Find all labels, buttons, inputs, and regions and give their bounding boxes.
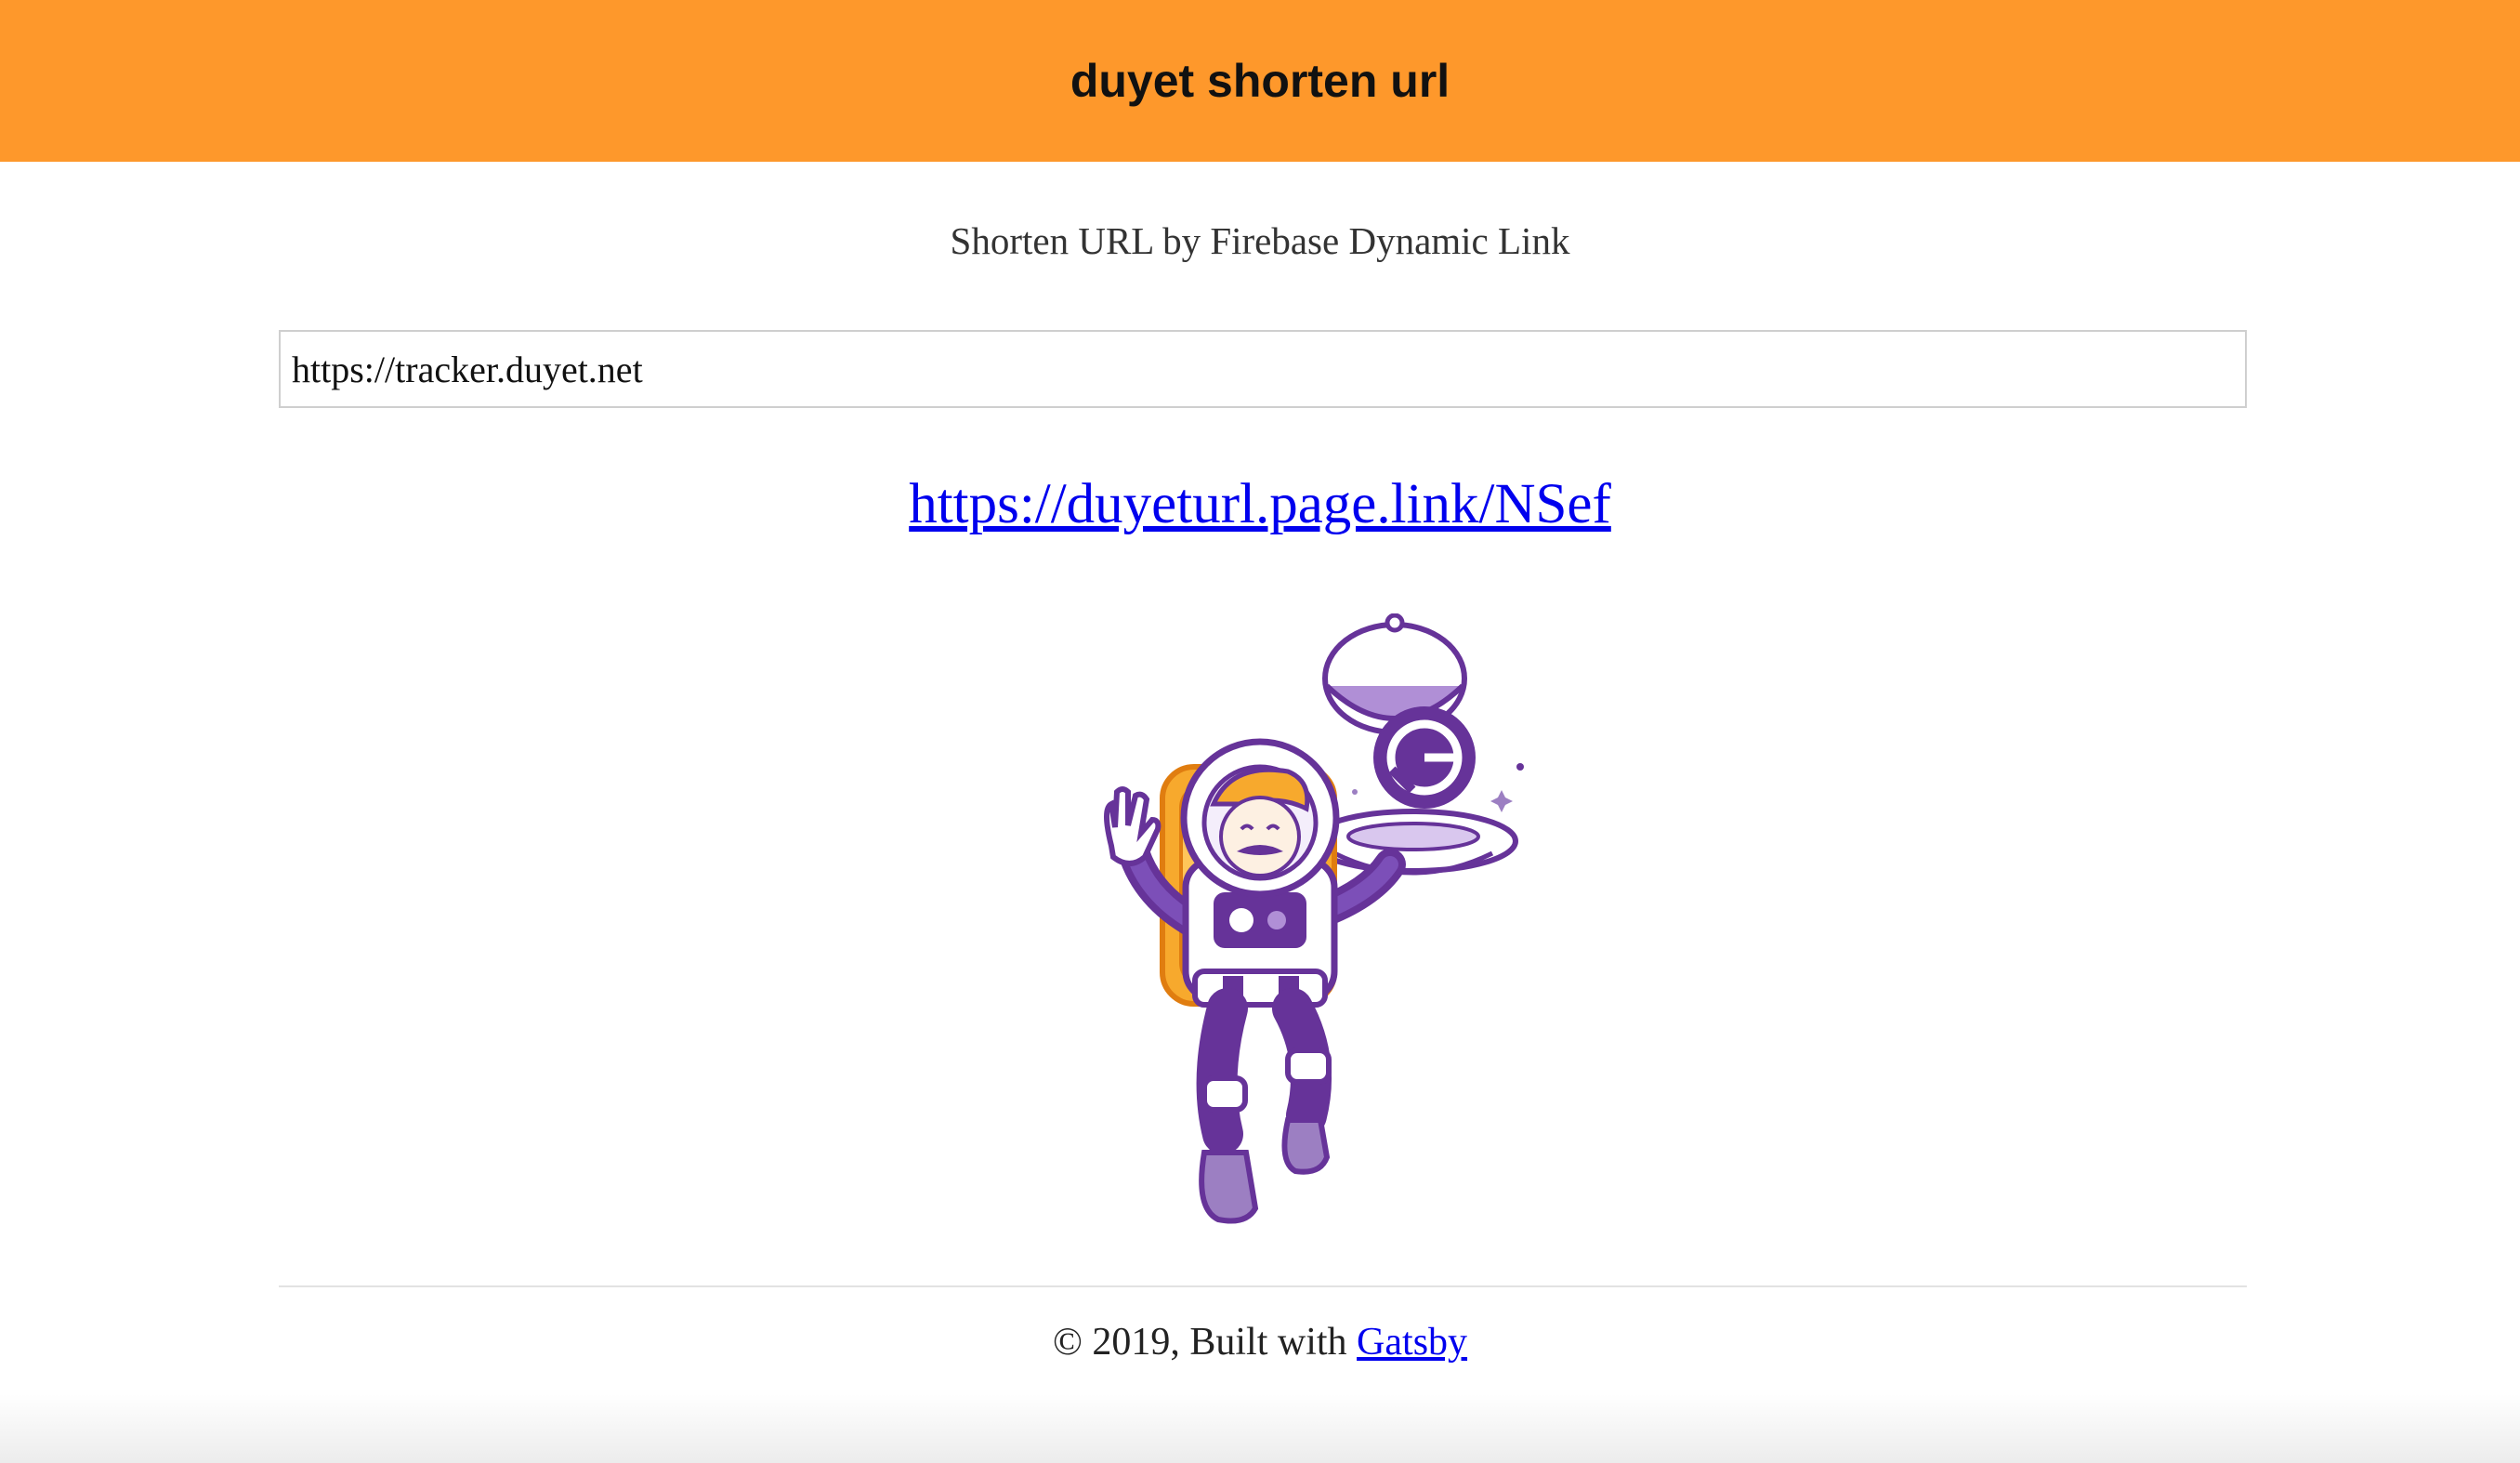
copyright-text: © 2019, Built with [1052, 1321, 1358, 1364]
page-subtitle: Shorten URL by Firebase Dynamic Link [950, 219, 1570, 262]
astronaut-helmet-icon [1180, 738, 1340, 898]
short-link[interactable]: https://duyeturl.page.link/NSef [909, 473, 1611, 535]
short-link-container: https://duyeturl.page.link/NSef [0, 472, 2520, 537]
gatsby-astronaut-icon [1104, 613, 1524, 1224]
footer-divider [279, 1285, 2247, 1287]
site-footer: © 2019, Built with Gatsby [0, 1320, 2520, 1364]
site-title[interactable]: duyet shorten url [1070, 54, 1450, 108]
site-header: duyet shorten url [0, 0, 2520, 162]
waving-hand-icon [1104, 786, 1162, 866]
long-url-input[interactable] [279, 330, 2247, 408]
plate-icon [1308, 809, 1518, 876]
gatsby-logo-icon [1373, 706, 1476, 809]
gatsby-link[interactable]: Gatsby [1357, 1321, 1467, 1364]
window-bottom-edge [0, 1394, 2520, 1463]
